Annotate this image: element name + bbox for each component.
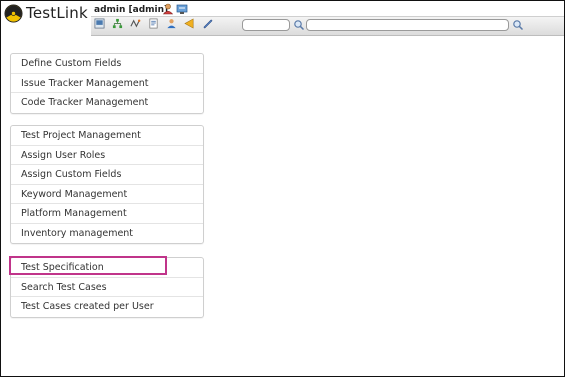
menu-item-test-cases-created-per-user[interactable]: Test Cases created per User	[11, 297, 203, 317]
menu-item-test-project-management[interactable]: Test Project Management	[11, 126, 203, 146]
search-icon[interactable]	[512, 19, 524, 31]
testlink-logo-icon	[4, 3, 23, 23]
desktop-icon[interactable]	[94, 18, 105, 29]
global-search-input[interactable]	[306, 19, 509, 31]
menu-item-define-custom-fields[interactable]: Define Custom Fields	[11, 54, 203, 74]
test-case-id-search-input[interactable]	[242, 19, 290, 31]
logo[interactable]: TestLink	[4, 3, 88, 23]
events-icon[interactable]	[184, 18, 195, 29]
app-window: TestLink admin [admin] Define Custom Fie…	[0, 0, 565, 377]
menu-project: Test Project Management Assign User Role…	[10, 125, 204, 244]
settings-icon[interactable]	[202, 18, 213, 29]
logout-icon[interactable]	[176, 3, 188, 15]
app-name: TestLink	[26, 4, 88, 22]
menu-item-assign-custom-fields[interactable]: Assign Custom Fields	[11, 165, 203, 185]
test-spec-tree-icon[interactable]	[112, 18, 123, 29]
reports-icon[interactable]	[148, 18, 159, 29]
menu-item-issue-tracker-management[interactable]: Issue Tracker Management	[11, 74, 203, 93]
execution-icon[interactable]	[130, 18, 141, 29]
menu-item-assign-user-roles[interactable]: Assign User Roles	[11, 146, 203, 165]
menu-item-test-specification[interactable]: Test Specification	[11, 258, 203, 278]
header: TestLink admin [admin]	[1, 1, 564, 36]
user-profile-icon[interactable]	[162, 3, 174, 15]
menu-item-code-tracker-management[interactable]: Code Tracker Management	[11, 93, 203, 113]
menu-test-specification: Test Specification Search Test Cases Tes…	[10, 257, 204, 318]
users-icon[interactable]	[166, 18, 177, 29]
menu-item-platform-management[interactable]: Platform Management	[11, 204, 203, 224]
main-toolbar	[94, 18, 213, 29]
user-icons	[162, 3, 188, 15]
search-icon[interactable]	[293, 19, 305, 31]
menu-item-search-test-cases[interactable]: Search Test Cases	[11, 278, 203, 297]
menu-item-keyword-management[interactable]: Keyword Management	[11, 185, 203, 204]
menu-system: Define Custom Fields Issue Tracker Manag…	[10, 53, 204, 114]
menu-item-inventory-management[interactable]: Inventory management	[11, 224, 203, 244]
user-label: admin [admin]	[94, 5, 169, 15]
